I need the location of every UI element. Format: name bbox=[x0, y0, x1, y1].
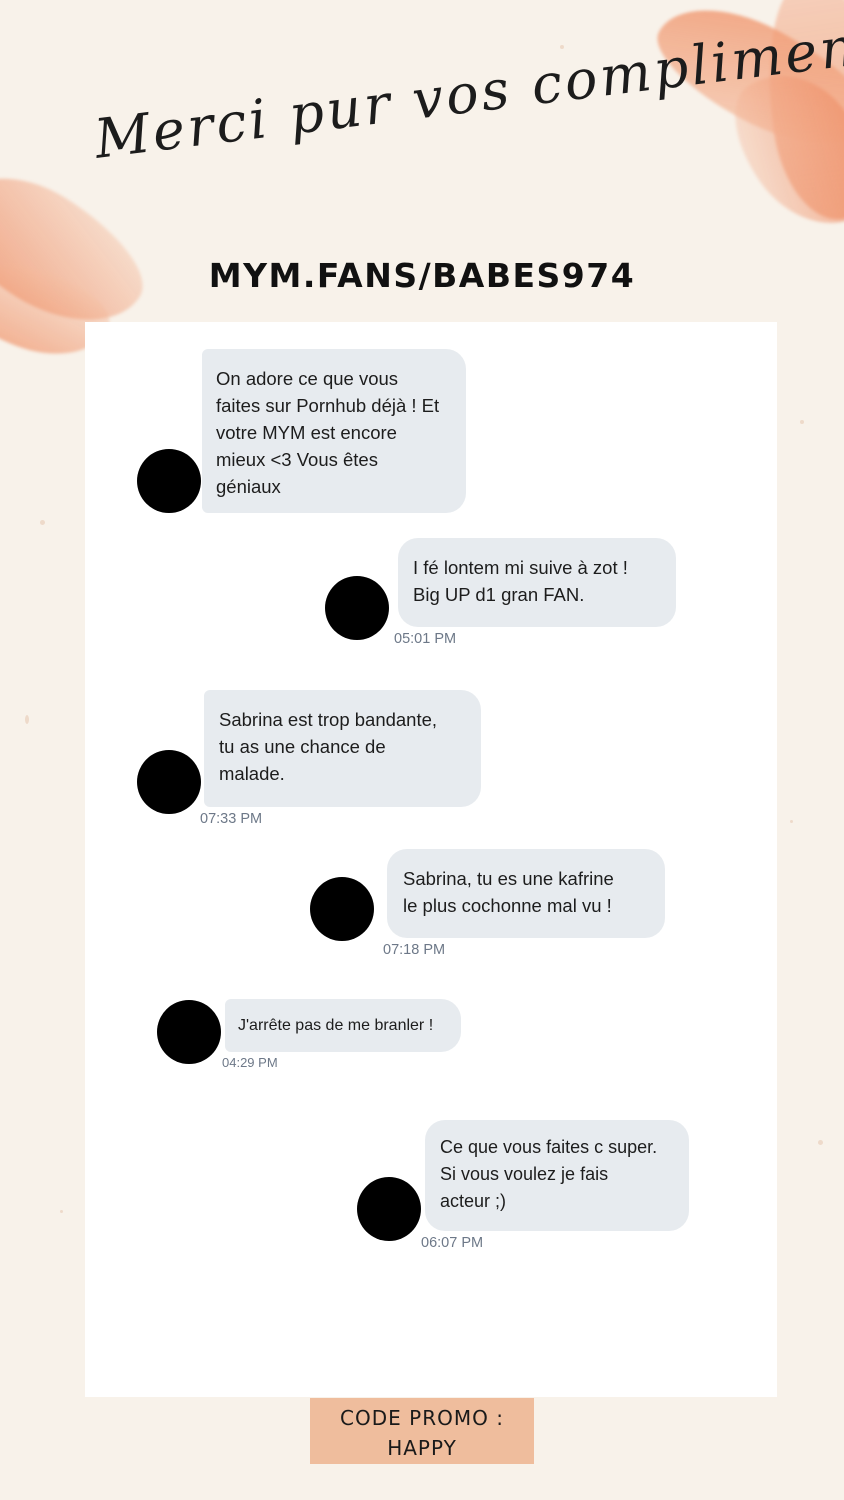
message-timestamp: 06:07 PM bbox=[421, 1235, 484, 1251]
avatar bbox=[357, 1177, 421, 1241]
message-bubble: On adore ce que vous faites sur Pornhub … bbox=[202, 349, 466, 513]
message-bubble: Sabrina est trop bandante, tu as une cha… bbox=[204, 690, 481, 807]
promo-code-box: CODE PROMO : HAPPY bbox=[310, 1398, 534, 1464]
speck-decoration bbox=[60, 1210, 63, 1213]
message-bubble: Sabrina, tu es une kafrine le plus cocho… bbox=[387, 849, 665, 938]
message-timestamp: 07:18 PM bbox=[383, 942, 446, 958]
speck-decoration bbox=[25, 715, 29, 724]
promo-code-value: HAPPY bbox=[387, 1436, 457, 1460]
avatar bbox=[325, 576, 389, 640]
message-timestamp: 07:33 PM bbox=[200, 811, 263, 827]
message-bubble: J'arrête pas de me branler ! bbox=[225, 999, 461, 1052]
speck-decoration bbox=[800, 420, 804, 424]
avatar bbox=[310, 877, 374, 941]
avatar bbox=[137, 750, 201, 814]
avatar bbox=[137, 449, 201, 513]
message-timestamp: 05:01 PM bbox=[394, 631, 457, 647]
speck-decoration bbox=[40, 520, 45, 525]
profile-url-heading: MYM.FANS/BABES974 bbox=[208, 256, 636, 295]
promo-code-label: CODE PROMO : bbox=[340, 1406, 504, 1430]
message-timestamp: 04:29 PM bbox=[222, 1055, 278, 1070]
speck-decoration bbox=[818, 1140, 823, 1145]
message-bubble: Ce que vous faites c super. Si vous voul… bbox=[425, 1120, 689, 1231]
message-bubble: I fé lontem mi suive à zot ! Big UP d1 g… bbox=[398, 538, 676, 627]
speck-decoration bbox=[790, 820, 793, 823]
page-title: Merci pur vos compliments... bbox=[91, 0, 844, 171]
avatar bbox=[157, 1000, 221, 1064]
chat-screenshot-panel: On adore ce que vous faites sur Pornhub … bbox=[85, 322, 777, 1397]
